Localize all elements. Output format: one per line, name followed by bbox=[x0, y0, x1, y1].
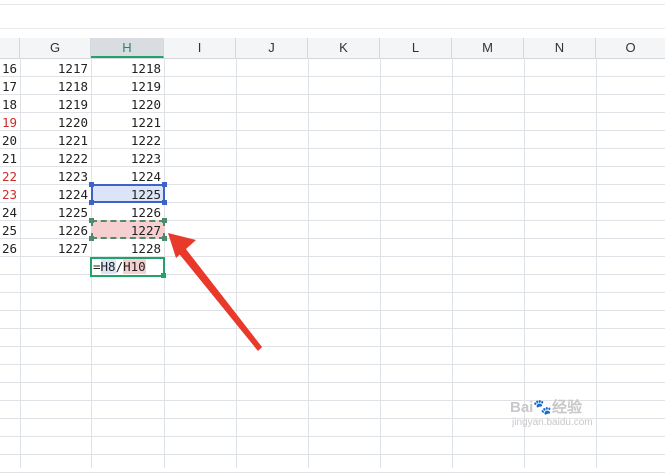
baidu-watermark-url: jingyan.baidu.com bbox=[512, 417, 593, 428]
baidu-watermark: Bai🐾经验 bbox=[510, 399, 583, 416]
